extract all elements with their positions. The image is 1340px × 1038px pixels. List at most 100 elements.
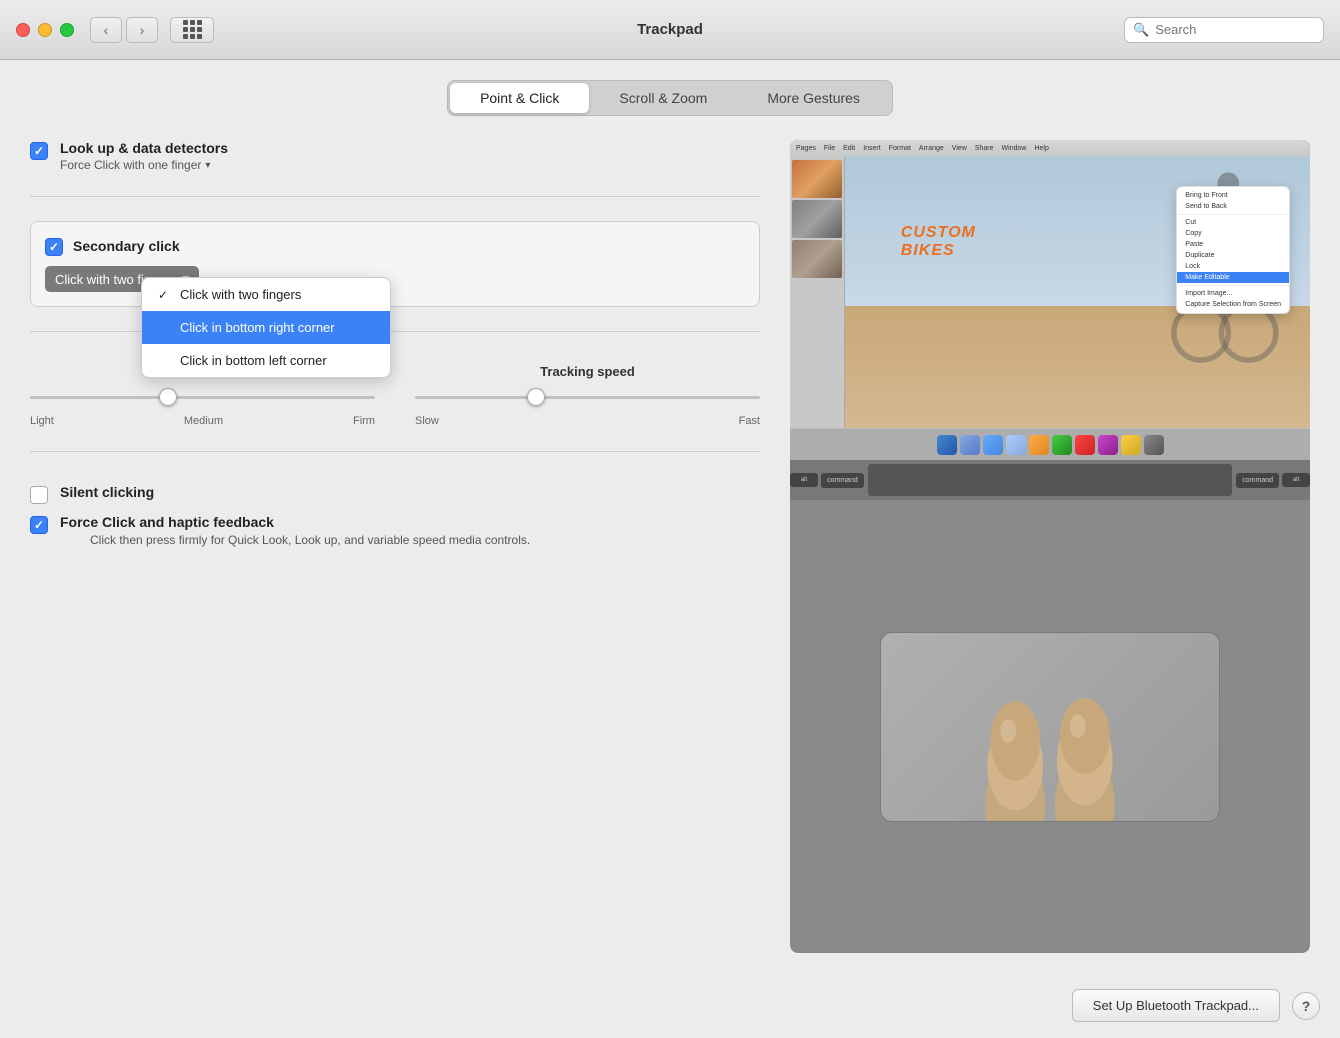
bikes-title-overlay: CUSTOM BIKES xyxy=(901,224,976,260)
titlebar: ‹ › Trackpad 🔍 xyxy=(0,0,1340,60)
left-cmd-key: command xyxy=(821,473,864,488)
search-input[interactable] xyxy=(1155,22,1315,37)
ctx-cut: Cut xyxy=(1177,217,1289,228)
sim-menubar: Pages File Edit Insert Format Arrange Vi… xyxy=(790,140,1310,156)
force-click-checkbox[interactable] xyxy=(30,516,48,534)
lookup-checkbox[interactable] xyxy=(30,142,48,160)
force-click-label: Force Click and haptic feedback xyxy=(60,514,530,530)
ctx-paste: Paste xyxy=(1177,239,1289,250)
dock-icon-3 xyxy=(983,435,1003,455)
ctx-bring-front: Bring to Front xyxy=(1177,190,1289,201)
sim-pages-icon: Pages xyxy=(796,145,816,152)
right-alt-key: alt xyxy=(1282,473,1310,487)
ctx-copy: Copy xyxy=(1177,228,1289,239)
tracking-slider-line xyxy=(415,396,760,399)
setup-bluetooth-button[interactable]: Set Up Bluetooth Trackpad... xyxy=(1072,989,1280,1022)
main-content: Point & Click Scroll & Zoom More Gesture… xyxy=(0,60,1340,973)
sim-insert-menu: Insert xyxy=(863,145,881,152)
bikes-content: CUSTOM BIKES Bring to Front Send to Back… xyxy=(845,156,1310,428)
secondary-click-header: Secondary click xyxy=(45,236,745,256)
back-button[interactable]: ‹ xyxy=(90,17,122,43)
nav-buttons: ‹ › xyxy=(90,17,214,43)
silent-clicking-row: Silent clicking xyxy=(30,484,760,504)
minimize-button[interactable] xyxy=(38,23,52,37)
force-click-row: Force Click and haptic feedback Click th… xyxy=(30,514,760,549)
dock-icon-10 xyxy=(1144,435,1164,455)
traffic-lights xyxy=(16,23,74,37)
right-cmd-key: command xyxy=(1236,473,1279,488)
ctx-send-back: Send to Back xyxy=(1177,201,1289,212)
sim-file-menu: File xyxy=(824,145,835,152)
grid-button[interactable] xyxy=(170,17,214,43)
window-title: Trackpad xyxy=(637,21,703,38)
sim-thumb-1 xyxy=(792,160,842,198)
slider-row: Click Light Medium Firm xyxy=(30,364,760,427)
click-slider-line xyxy=(30,396,375,399)
dock-icon-2 xyxy=(960,435,980,455)
sim-dock xyxy=(790,428,1310,460)
click-slider-labels: Light Medium Firm xyxy=(30,415,375,427)
dropdown-item-bottom-right[interactable]: Click in bottom right corner xyxy=(142,311,390,344)
sim-arrange-menu: Arrange xyxy=(919,145,944,152)
grid-icon xyxy=(183,20,202,39)
bottom-bar: Set Up Bluetooth Trackpad... ? xyxy=(0,973,1340,1038)
tabs-container: Point & Click Scroll & Zoom More Gesture… xyxy=(30,80,1310,116)
sim-body: CUSTOM BIKES Bring to Front Send to Back… xyxy=(790,156,1310,428)
secondary-click-dropdown-menu: ✓ Click with two fingers Click in bottom… xyxy=(141,277,391,378)
trackpad-preview xyxy=(790,500,1310,953)
sim-window-menu: Window xyxy=(1002,145,1027,152)
tab-more-gestures[interactable]: More Gestures xyxy=(737,83,890,113)
dropdown-item-bottom-left[interactable]: Click in bottom left corner xyxy=(142,344,390,377)
forward-icon: › xyxy=(140,22,145,38)
dock-icon-6 xyxy=(1052,435,1072,455)
back-icon: ‹ xyxy=(104,22,109,38)
lookup-option-subtitle: Force Click with one finger ▾ xyxy=(60,158,228,172)
help-button[interactable]: ? xyxy=(1292,992,1320,1020)
context-menu-sim: Bring to Front Send to Back Cut Copy Pas… xyxy=(1176,186,1290,314)
left-panel: Look up & data detectors Force Click wit… xyxy=(30,140,760,953)
lookup-option-row: Look up & data detectors Force Click wit… xyxy=(30,140,760,172)
dock-icon-5 xyxy=(1029,435,1049,455)
tracking-slider-thumb[interactable] xyxy=(527,388,545,406)
dropdown-item-two-fingers[interactable]: ✓ Click with two fingers xyxy=(142,278,390,311)
sliders-section: Click Light Medium Firm xyxy=(30,364,760,427)
mac-screen-sim: Pages File Edit Insert Format Arrange Vi… xyxy=(790,140,1310,500)
keyboard-sim: alt command command alt xyxy=(790,460,1310,500)
left-alt-key: alt xyxy=(790,473,818,487)
tab-point-click[interactable]: Point & Click xyxy=(450,83,589,113)
close-button[interactable] xyxy=(16,23,30,37)
spacebar xyxy=(868,464,1233,496)
sim-sidebar xyxy=(790,156,845,428)
force-click-text: Force Click and haptic feedback Click th… xyxy=(60,514,530,549)
secondary-click-checkbox[interactable] xyxy=(45,238,63,256)
divider-3 xyxy=(30,451,760,452)
ctx-capture: Capture Selection from Screen xyxy=(1177,299,1289,310)
divider-1 xyxy=(30,196,760,197)
maximize-button[interactable] xyxy=(60,23,74,37)
search-box[interactable]: 🔍 xyxy=(1124,17,1324,43)
lookup-option-text: Look up & data detectors Force Click wit… xyxy=(60,140,228,172)
click-slider-thumb[interactable] xyxy=(159,388,177,406)
sim-edit-menu: Edit xyxy=(843,145,855,152)
bottom-options: Silent clicking Force Click and haptic f… xyxy=(30,484,760,549)
two-fingers-svg xyxy=(881,632,1219,821)
tab-scroll-zoom[interactable]: Scroll & Zoom xyxy=(589,83,737,113)
forward-button[interactable]: › xyxy=(126,17,158,43)
sim-thumb-3 xyxy=(792,240,842,278)
content-area: Look up & data detectors Force Click wit… xyxy=(30,140,1310,953)
tracking-slider-group: Tracking speed Slow Fast xyxy=(415,364,760,427)
ctx-duplicate: Duplicate xyxy=(1177,250,1289,261)
sim-view-menu: View xyxy=(952,145,967,152)
silent-clicking-checkbox[interactable] xyxy=(30,486,48,504)
right-panel: Pages File Edit Insert Format Arrange Vi… xyxy=(790,140,1310,953)
click-slider-track xyxy=(30,387,375,407)
tracking-slider-track xyxy=(415,387,760,407)
checkmark-two-fingers: ✓ xyxy=(158,288,172,302)
sim-thumb-2 xyxy=(792,200,842,238)
ctx-lock: Lock xyxy=(1177,261,1289,272)
lookup-dropdown-arrow[interactable]: ▾ xyxy=(205,160,210,171)
force-click-description: Click then press firmly for Quick Look, … xyxy=(90,532,530,549)
tracking-slider-labels: Slow Fast xyxy=(415,415,760,427)
ctx-import-image: Import Image... xyxy=(1177,288,1289,299)
trackpad-surface xyxy=(880,632,1220,822)
